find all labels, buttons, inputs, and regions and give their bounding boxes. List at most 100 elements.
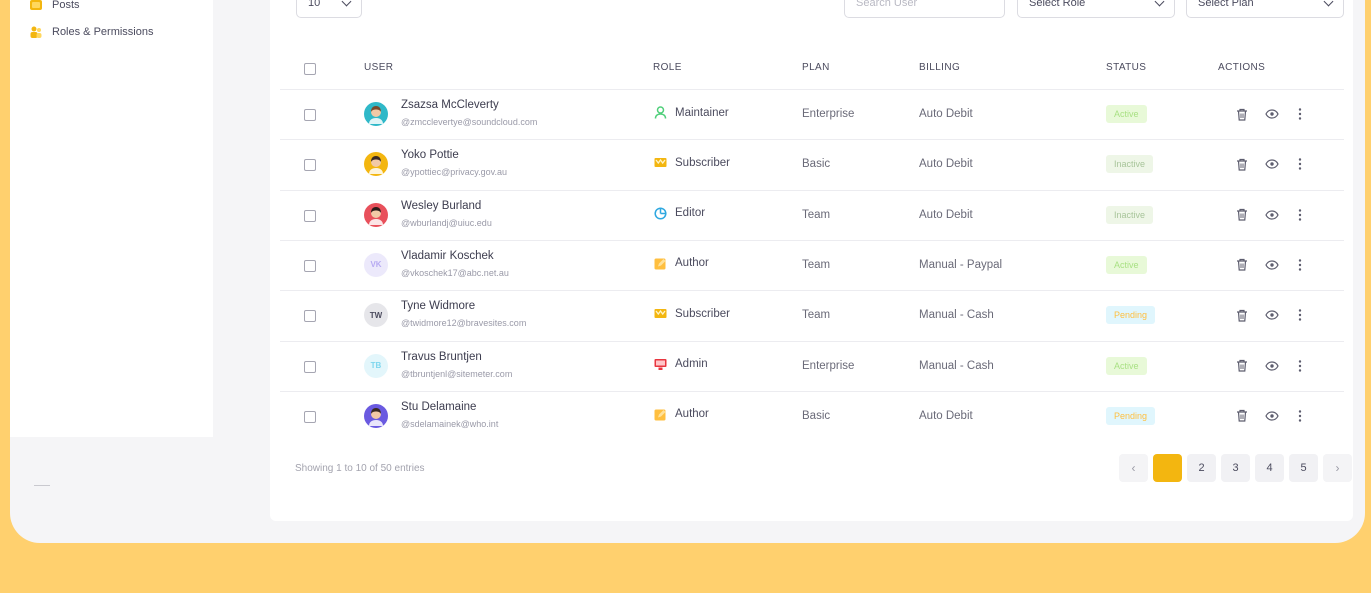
user-name[interactable]: Wesley Burland <box>401 200 481 212</box>
next-page-button[interactable]: › <box>1323 454 1352 482</box>
eye-icon[interactable] <box>1264 257 1280 273</box>
search-input[interactable]: Search User <box>844 0 1005 18</box>
posts-icon <box>30 0 42 11</box>
user-name[interactable]: Travus Bruntjen <box>401 351 482 363</box>
user-role: Maintainer <box>654 106 729 119</box>
user-name[interactable]: Vladamir Koschek <box>401 250 494 262</box>
avatar-initials: TW <box>369 310 383 320</box>
avatar <box>364 102 388 126</box>
delete-icon[interactable] <box>1234 156 1250 172</box>
app-frame: Posts Roles & Permissions 10 Search User… <box>10 0 1365 543</box>
user-plan: Basic <box>802 158 831 171</box>
eye-icon[interactable] <box>1264 207 1280 223</box>
user-billing: Manual - Paypal <box>919 258 1003 271</box>
more-vertical-icon[interactable] <box>1292 307 1308 323</box>
sidebar-item-roles-permissions[interactable]: Roles & Permissions <box>30 26 153 38</box>
user-billing: Auto Debit <box>919 208 973 221</box>
user-name[interactable]: Yoko Pottie <box>401 149 459 161</box>
avatar: VK <box>364 252 388 277</box>
more-vertical-icon[interactable] <box>1292 106 1308 122</box>
page-2-button[interactable]: 2 <box>1187 454 1216 482</box>
user-email: @twidmore12@bravesites.com <box>401 318 527 329</box>
table-row: Yoko Pottie @ypottiec@privacy.gov.au Sub… <box>280 139 1344 189</box>
delete-icon[interactable] <box>1234 358 1250 374</box>
sidebar: Posts Roles & Permissions <box>10 0 213 437</box>
delete-icon[interactable] <box>1234 257 1250 273</box>
plan-select[interactable]: Select Plan <box>1186 0 1344 18</box>
more-vertical-icon[interactable] <box>1292 408 1308 424</box>
page-size-select[interactable]: 10 <box>296 0 362 18</box>
roles-icon <box>30 26 42 38</box>
status-badge: Active <box>1106 356 1147 375</box>
more-vertical-icon[interactable] <box>1292 358 1308 374</box>
user-name[interactable]: Zsazsa McCleverty <box>401 99 499 111</box>
avatar-photo <box>364 202 388 227</box>
role-select-value: Select Role <box>1029 0 1086 9</box>
prev-page-button[interactable]: ‹ <box>1119 454 1148 482</box>
row-checkbox[interactable] <box>304 209 316 222</box>
header-role: ROLE <box>653 62 682 73</box>
user-role: Author <box>654 257 709 270</box>
eye-icon[interactable] <box>1264 408 1280 424</box>
row-checkbox[interactable] <box>304 310 316 323</box>
table-row: VK Vladamir Koschek @vkoschek17@abc.net.… <box>280 239 1344 290</box>
status-badge: Active <box>1106 105 1147 123</box>
avatar: TB <box>364 353 388 378</box>
eye-icon[interactable] <box>1264 307 1280 323</box>
user-email: @wburlandj@uiuc.edu <box>401 217 492 228</box>
user-name[interactable]: Tyne Widmore <box>401 300 475 312</box>
status-badge: Active <box>1106 255 1147 274</box>
delete-icon[interactable] <box>1234 106 1250 122</box>
header-actions: ACTIONS <box>1218 62 1266 73</box>
row-checkbox[interactable] <box>304 109 316 121</box>
sidebar-item-label: Posts <box>52 0 80 11</box>
role-select[interactable]: Select Role <box>1017 0 1175 18</box>
edit-icon <box>654 408 667 421</box>
eye-icon[interactable] <box>1264 156 1280 172</box>
avatar-initials: VK <box>370 260 382 270</box>
role-label: Author <box>675 408 709 421</box>
user-role: Author <box>654 408 709 421</box>
status-badge: Pending <box>1106 306 1156 325</box>
user-plan: Enterprise <box>802 359 855 372</box>
user-role: Subscriber <box>654 156 730 169</box>
avatar-initials: TB <box>370 361 382 370</box>
chart-pie-icon <box>654 207 667 220</box>
eye-icon[interactable] <box>1264 106 1280 122</box>
user-plan: Team <box>802 258 831 271</box>
select-all-checkbox[interactable] <box>304 63 316 75</box>
page-size-value: 10 <box>308 0 321 9</box>
more-vertical-icon[interactable] <box>1292 257 1308 273</box>
user-plan: Team <box>802 309 831 322</box>
avatar-photo <box>364 403 388 428</box>
delete-icon[interactable] <box>1234 408 1250 424</box>
delete-icon[interactable] <box>1234 307 1250 323</box>
chevron-down-icon <box>341 0 352 6</box>
edit-icon <box>654 257 667 270</box>
user-role: Admin <box>654 358 708 371</box>
sidebar-item-posts[interactable]: Posts <box>30 0 80 11</box>
header-billing: BILLING <box>919 62 961 73</box>
row-checkbox[interactable] <box>304 360 316 373</box>
page-4-button[interactable]: 4 <box>1255 454 1284 482</box>
crown-icon <box>654 156 667 169</box>
user-icon <box>654 106 667 119</box>
row-checkbox[interactable] <box>304 410 316 423</box>
page-1-button[interactable]: 1 <box>1153 454 1182 482</box>
table-row: Wesley Burland @wburlandj@uiuc.edu Edito… <box>280 189 1344 240</box>
eye-icon[interactable] <box>1264 358 1280 374</box>
chevron-down-icon <box>1154 0 1165 6</box>
user-email: @tbruntjenl@sitemeter.com <box>401 368 513 379</box>
delete-icon[interactable] <box>1234 207 1250 223</box>
page-5-button[interactable]: 5 <box>1289 454 1318 482</box>
page-3-button[interactable]: 3 <box>1221 454 1250 482</box>
user-email: @vkoschek17@abc.net.au <box>401 267 509 278</box>
row-checkbox[interactable] <box>304 159 316 172</box>
table-row: Zsazsa McCleverty @zmcclevertye@soundclo… <box>280 89 1344 139</box>
more-vertical-icon[interactable] <box>1292 207 1308 223</box>
role-label: Author <box>675 257 709 270</box>
row-checkbox[interactable] <box>304 259 316 272</box>
more-vertical-icon[interactable] <box>1292 156 1308 172</box>
user-billing: Manual - Cash <box>919 359 994 372</box>
user-name[interactable]: Stu Delamaine <box>401 401 476 413</box>
